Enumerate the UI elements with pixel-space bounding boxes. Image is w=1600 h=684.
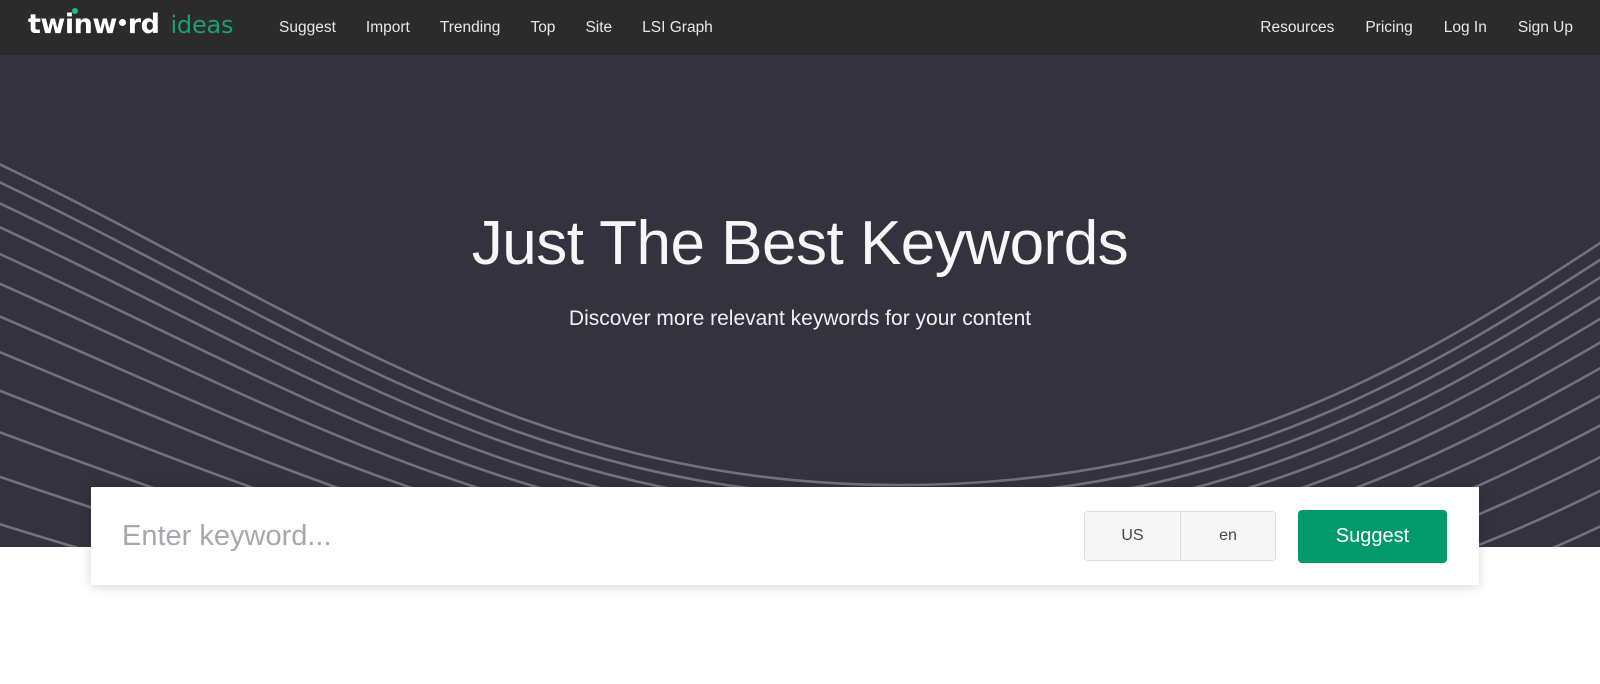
language-selector-button[interactable]: en [1180,512,1275,560]
keyword-search-card: US en Suggest [91,487,1479,585]
brand-product-name: ideas [170,11,234,39]
suggest-submit-button[interactable]: Suggest [1298,509,1447,563]
secondary-nav: Resources Pricing Log In Sign Up [1259,0,1574,55]
page-root: twinw rd ideas Suggest Import Trending To… [0,0,1600,684]
hero-wave-decoration-icon [0,163,1600,547]
nav-item-import[interactable]: Import [365,16,411,40]
brand-green-tittle-icon [72,8,78,14]
nav-item-resources[interactable]: Resources [1259,16,1335,40]
brand-logo[interactable]: twinw rd ideas [28,8,234,40]
brand-wordmark-part2: rd [127,9,160,40]
nav-item-site[interactable]: Site [584,16,613,40]
locale-selector-group: US en [1084,511,1276,561]
nav-item-trending[interactable]: Trending [439,16,502,40]
top-navigation-bar: twinw rd ideas Suggest Import Trending To… [0,0,1600,55]
brand-wordmark: twinw rd [28,8,160,40]
primary-nav: Suggest Import Trending Top Site LSI Gra… [278,0,714,55]
nav-item-log-in[interactable]: Log In [1443,16,1488,40]
nav-item-suggest[interactable]: Suggest [278,16,337,40]
search-input[interactable] [122,506,1084,566]
nav-item-pricing[interactable]: Pricing [1364,16,1413,40]
nav-item-lsi-graph[interactable]: LSI Graph [641,16,714,40]
hero-banner: Just The Best Keywords Discover more rel… [0,55,1600,547]
nav-item-top[interactable]: Top [529,16,556,40]
brand-dot-o-icon [118,19,126,26]
country-selector-button[interactable]: US [1085,512,1180,560]
nav-item-sign-up[interactable]: Sign Up [1517,16,1574,40]
brand-wordmark-part1: twinw [28,9,117,40]
